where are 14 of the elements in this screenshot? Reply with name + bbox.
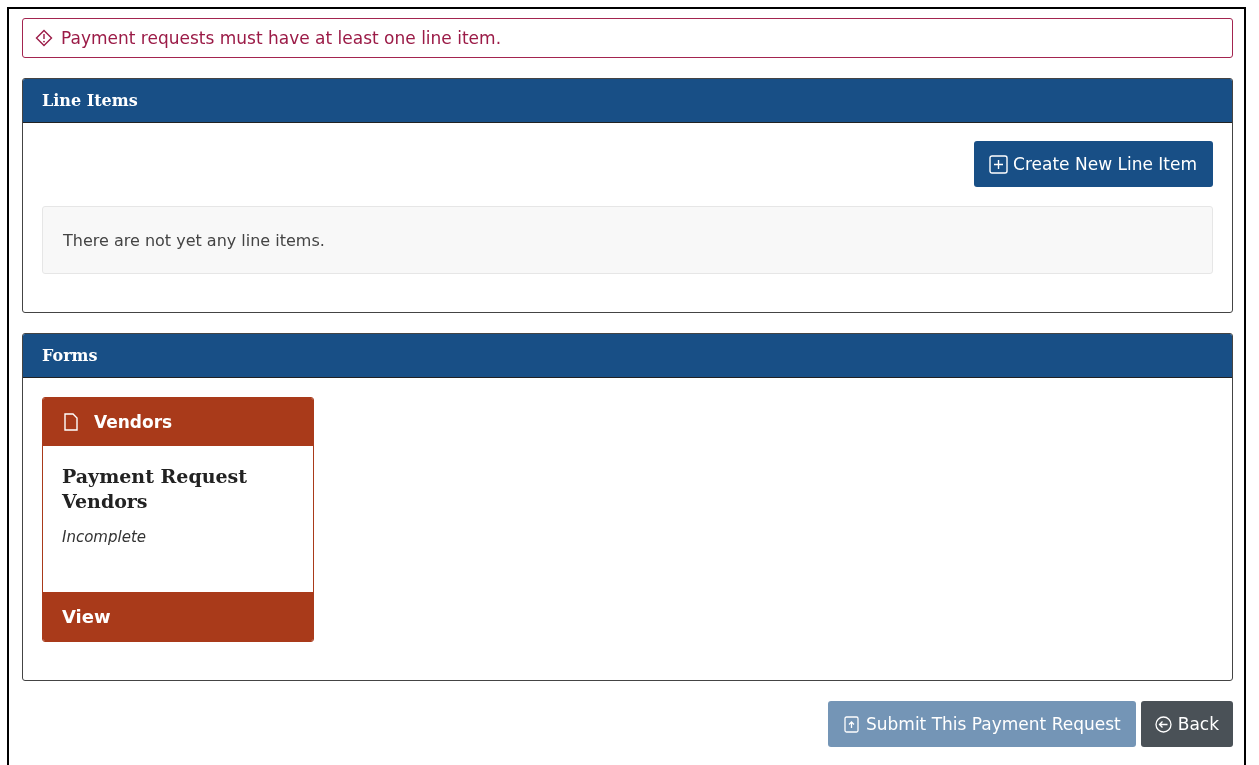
- document-icon: [64, 413, 78, 431]
- warning-icon: [35, 29, 53, 47]
- panel-title: Line Items: [42, 91, 138, 110]
- card-title: Payment Request Vendors: [62, 464, 249, 514]
- card-category: Vendors: [94, 412, 173, 432]
- status-text: Incomplete: [62, 528, 147, 546]
- plus-square-icon: [989, 154, 1009, 174]
- back-button[interactable]: Back: [1140, 701, 1233, 747]
- alert-message: Payment requests must have at least one line item.: [61, 28, 502, 48]
- upload-file-icon: [843, 715, 860, 733]
- create-line-item-button[interactable]: Create New Line Item: [974, 141, 1213, 187]
- panel-title: Forms: [42, 346, 98, 365]
- empty-message: There are not yet any line items.: [63, 230, 325, 250]
- view-link[interactable]: View: [43, 592, 313, 641]
